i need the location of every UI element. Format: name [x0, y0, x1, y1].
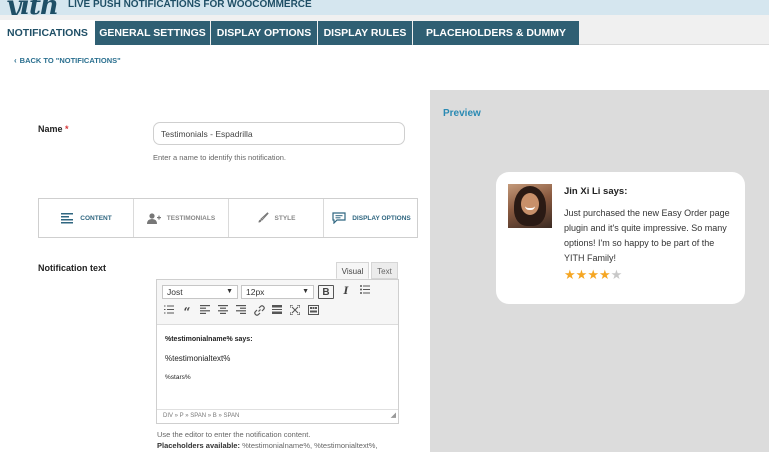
font-family-value: Jost [167, 287, 183, 297]
avatar [508, 184, 552, 228]
back-to-notifications-link[interactable]: ‹ BACK TO "NOTIFICATIONS" [14, 56, 121, 65]
subtab-style[interactable]: STYLE [229, 199, 324, 237]
bold-icon[interactable]: B [318, 285, 334, 299]
editor-toolbar: Jost ▼ 12px ▼ B I “ [157, 280, 398, 325]
font-size-value: 12px [246, 287, 265, 297]
italic-icon[interactable]: I [338, 285, 354, 299]
align-center-icon[interactable] [215, 305, 231, 319]
editor-content[interactable]: %testimonialname% says: %testimonialtext… [165, 336, 253, 392]
tab-display-rules[interactable]: DISPLAY RULES [318, 21, 412, 45]
editor-help-text: Use the editor to enter the notification… [157, 430, 311, 439]
star-empty-icon: ★ [610, 267, 623, 282]
chevron-left-icon: ‹ [14, 56, 17, 65]
font-family-select[interactable]: Jost ▼ [162, 285, 238, 299]
name-label-text: Name [38, 124, 63, 134]
preview-title: Preview [443, 108, 481, 119]
align-right-icon[interactable] [233, 305, 249, 319]
placeholders-info: Placeholders available: %testimonialname… [157, 441, 378, 450]
subtab-testimonials[interactable]: TESTIMONIALS [134, 199, 229, 237]
align-left-icon [61, 212, 74, 223]
tab-general-settings[interactable]: GENERAL SETTINGS [95, 21, 210, 45]
tab-notifications[interactable]: NOTIFICATIONS [0, 20, 95, 46]
resize-handle-icon[interactable]: ◢ [391, 409, 396, 422]
notification-preview-card: Jin Xi Li says: Just purchased the new E… [496, 172, 745, 304]
star-icon: ★ [575, 267, 588, 282]
subtab-display-options-label: DISPLAY OPTIONS [352, 214, 411, 222]
yith-logo: yith [6, 0, 59, 15]
notification-text: Just purchased the new Easy Order page p… [564, 208, 730, 263]
name-input[interactable] [153, 122, 405, 145]
notification-text-editor: Jost ▼ 12px ▼ B I “ %testimonialname% sa… [156, 279, 399, 424]
required-mark: * [65, 124, 69, 134]
toolbar-toggle-icon[interactable] [305, 305, 321, 319]
user-add-icon [146, 212, 161, 224]
notification-subtabs: CONTENT TESTIMONIALS STYLE DISPLAY OPTIO… [38, 198, 418, 238]
subtab-display-options[interactable]: DISPLAY OPTIONS [324, 199, 419, 237]
chevron-down-icon: ▼ [302, 288, 309, 295]
tab-placeholders-dummy-info[interactable]: PLACEHOLDERS & DUMMY INFO [413, 21, 579, 63]
back-link-label: BACK TO "NOTIFICATIONS" [19, 56, 121, 65]
avatar-face [521, 193, 539, 215]
align-left-icon[interactable] [197, 305, 213, 319]
star-icon: ★ [598, 267, 611, 282]
plugin-title: LIVE PUSH NOTIFICATIONS FOR WOOCOMMERCE [68, 0, 312, 10]
tab-visual[interactable]: Visual [336, 262, 369, 279]
content-line-stars: %stars% [165, 374, 191, 381]
subtab-content[interactable]: CONTENT [39, 199, 134, 237]
paintbrush-icon [258, 212, 269, 223]
chevron-down-icon: ▼ [226, 288, 233, 295]
fullscreen-icon[interactable] [287, 304, 303, 319]
star-icon: ★ [587, 267, 599, 282]
preview-panel: Preview Jin Xi Li says: Just purchased t… [430, 90, 769, 452]
content-line-name: %testimonialname% says: [165, 336, 253, 343]
numbered-list-icon[interactable] [161, 305, 177, 319]
element-path: DIV » P » SPAN » B » SPAN [163, 413, 240, 419]
star-rating: ★★★★★ [564, 267, 622, 283]
subtab-style-label: STYLE [274, 214, 296, 222]
star-icon: ★ [564, 267, 576, 282]
plugin-header: yith LIVE PUSH NOTIFICATIONS FOR WOOCOMM… [0, 0, 769, 15]
name-hint: Enter a name to identify this notificati… [153, 153, 286, 162]
editor-statusbar: DIV » P » SPAN » B » SPAN ◢ [157, 409, 398, 423]
subtab-content-label: CONTENT [80, 214, 112, 222]
content-line-text: %testimonialtext% [165, 354, 231, 363]
name-label: Name * [38, 124, 69, 134]
blockquote-icon[interactable]: “ [179, 305, 195, 319]
main-tabs: NOTIFICATIONS GENERAL SETTINGS DISPLAY O… [0, 15, 769, 63]
placeholders-value: %testimonialname%, %testimonialtext%, [242, 441, 378, 450]
chat-bubble-icon [332, 212, 346, 224]
read-more-icon[interactable] [269, 305, 285, 319]
notification-name: Jin Xi Li says: [564, 186, 628, 197]
placeholders-label: Placeholders available: [157, 441, 240, 450]
tab-text[interactable]: Text [371, 262, 398, 279]
link-icon[interactable] [251, 305, 267, 319]
tab-display-options[interactable]: DISPLAY OPTIONS [211, 21, 317, 45]
font-size-select[interactable]: 12px ▼ [241, 285, 314, 299]
subtab-testimonials-label: TESTIMONIALS [166, 214, 216, 222]
bullet-list-icon[interactable] [357, 285, 373, 299]
notification-text-label: Notification text [38, 263, 107, 273]
